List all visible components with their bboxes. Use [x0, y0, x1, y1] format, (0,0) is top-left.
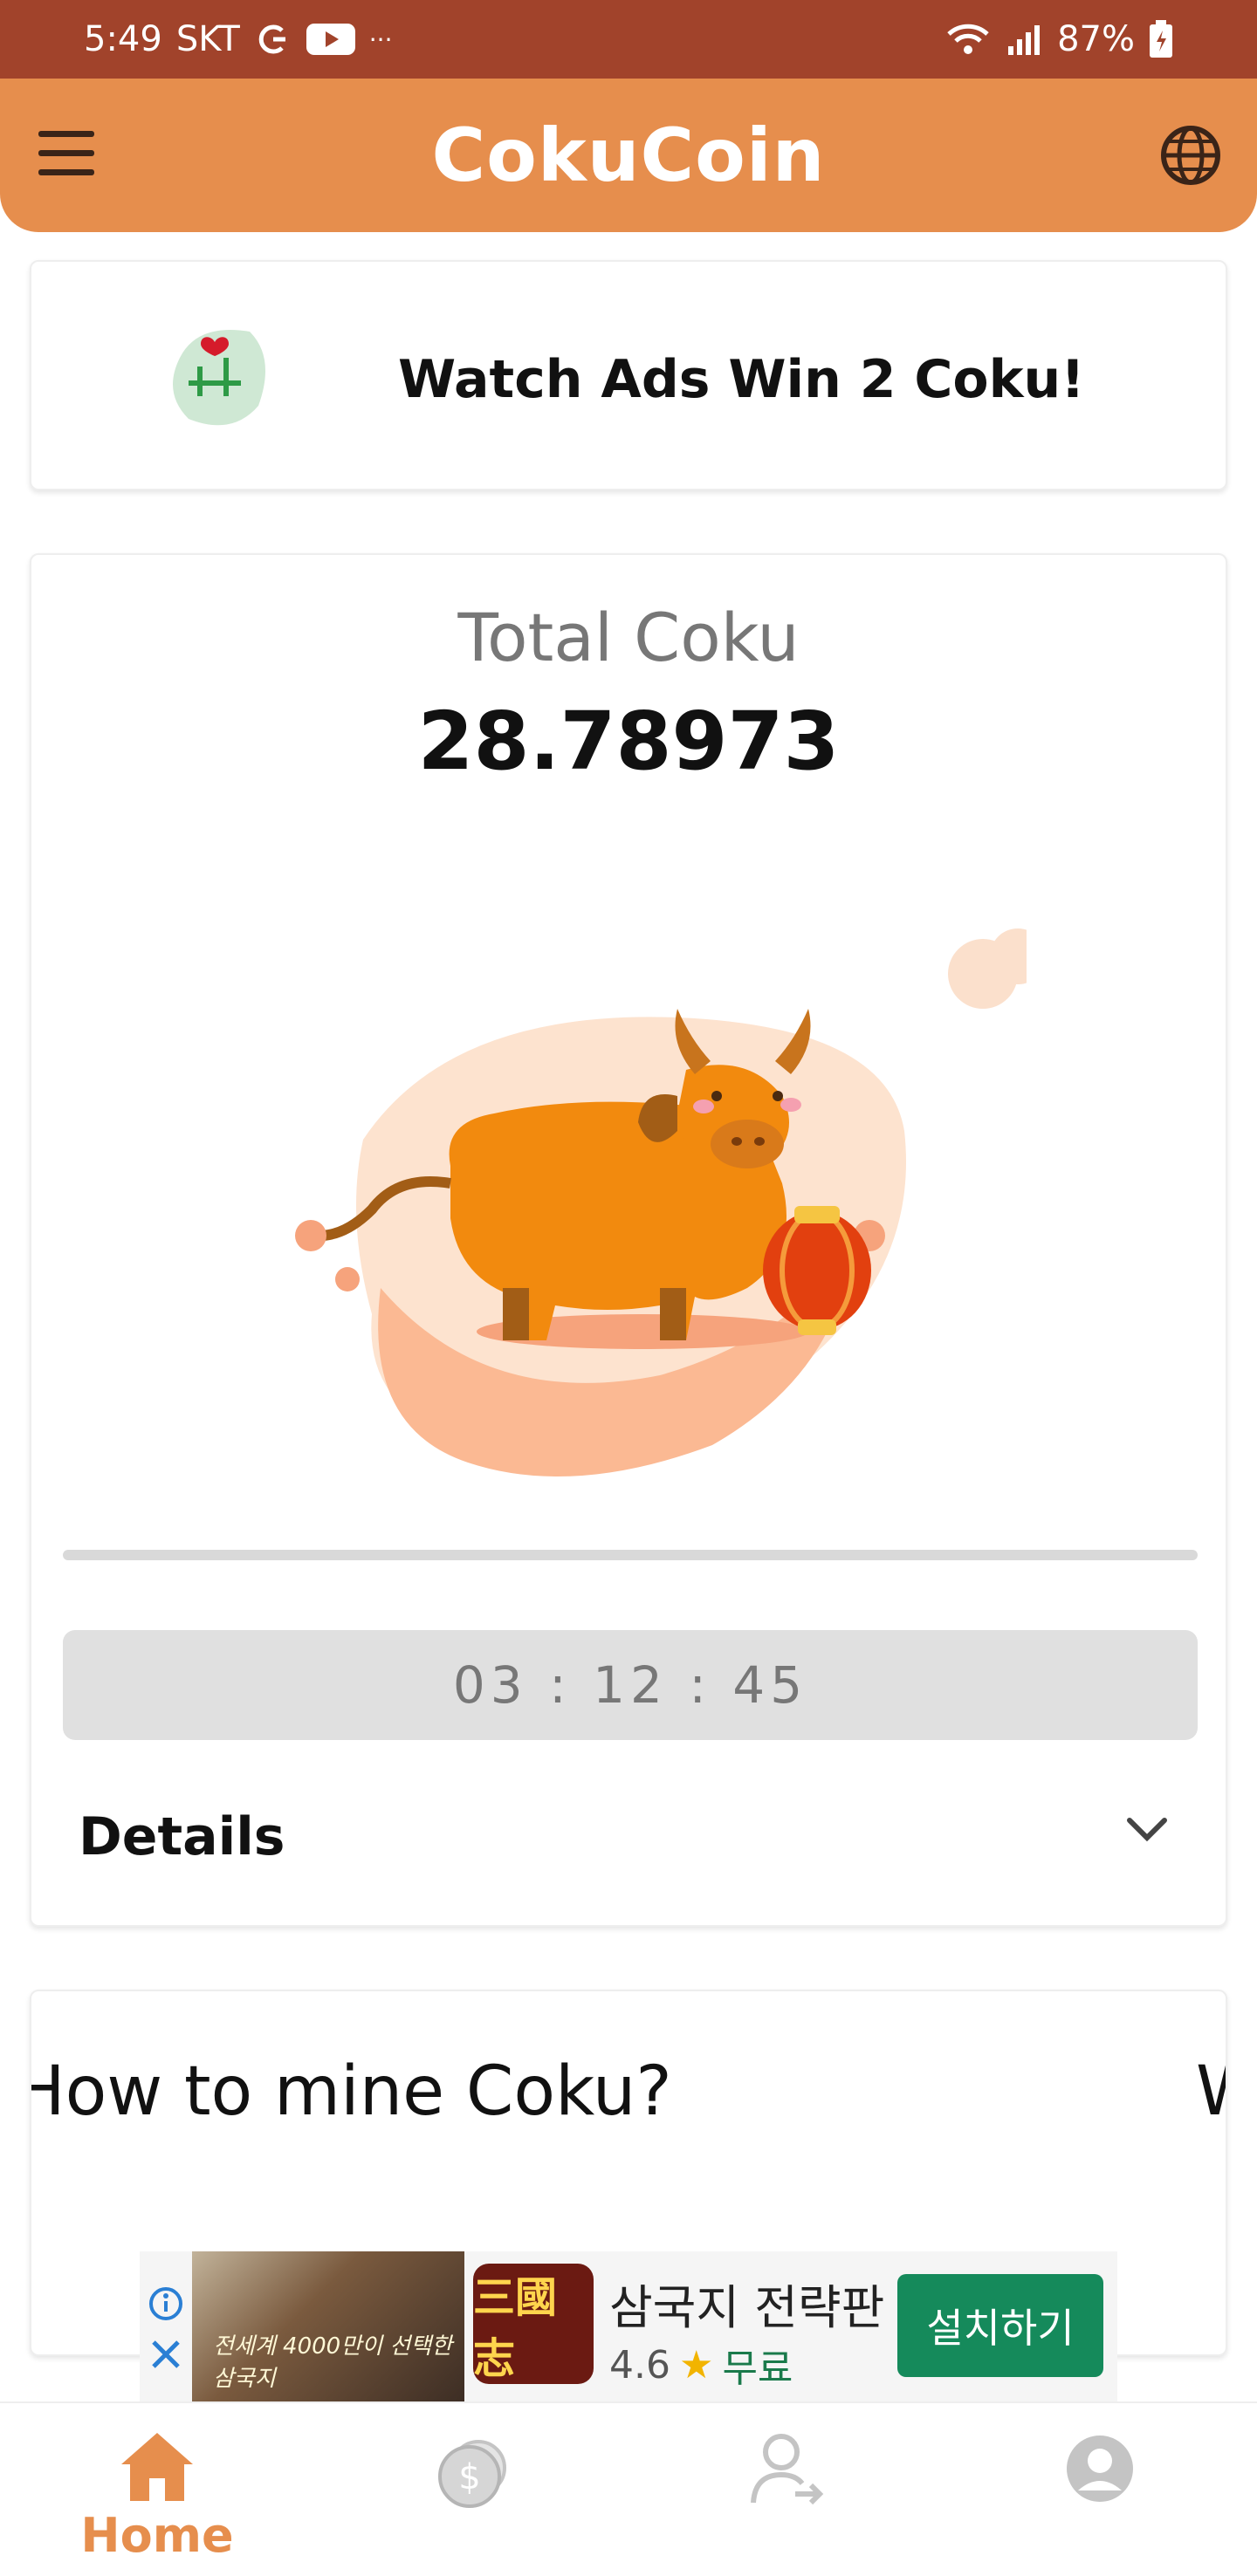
ad-app-logo[interactable]: 三國志: [473, 2264, 594, 2384]
status-time: 5:49: [84, 19, 162, 59]
watch-ads-card[interactable]: Watch Ads Win 2 Coku!: [30, 260, 1227, 490]
chevron-down-icon[interactable]: [1121, 1812, 1173, 1846]
invite-user-icon: [751, 2434, 824, 2505]
home-icon: [121, 2433, 193, 2501]
signal-icon: [1008, 25, 1041, 55]
ox-illustration[interactable]: [293, 921, 1061, 1480]
svg-text:$: $: [458, 2457, 480, 2497]
info-icon[interactable]: [148, 2286, 183, 2321]
mining-progress-bar: [63, 1550, 1198, 1560]
mining-timer: 03 : 12 : 45: [63, 1630, 1198, 1740]
next-card-peek: W: [1196, 2052, 1226, 2131]
bottom-nav: Home $: [0, 2401, 1257, 2576]
ad-price: 무료: [722, 2346, 793, 2391]
ad-choices[interactable]: [140, 2251, 192, 2405]
app-title: CokuCoin: [431, 113, 826, 198]
vpn-icon: [258, 24, 285, 54]
watch-ads-label: Watch Ads Win 2 Coku!: [398, 349, 1085, 410]
menu-button[interactable]: [38, 131, 94, 176]
wifi-icon: [947, 24, 989, 54]
battery-icon: [1150, 20, 1172, 58]
nav-coins[interactable]: $: [384, 2429, 559, 2569]
battery-percent: 87%: [1057, 19, 1135, 59]
ad-image-caption: 전세계 4000만이 선택한 삼국지: [213, 2333, 453, 2392]
app-bar: CokuCoin: [0, 79, 1257, 232]
coins-icon: $: [438, 2440, 506, 2508]
mining-card: Total Coku 28.78973 03 : 12 : 45 Details: [30, 553, 1227, 1927]
how-to-mine-title: How to mine Coku?: [30, 2052, 672, 2131]
ad-rating: 4.6: [609, 2342, 670, 2388]
ad-title[interactable]: 삼국지 전략판: [609, 2269, 884, 2338]
star-icon: ★: [678, 2342, 714, 2388]
youtube-icon: [306, 24, 355, 55]
details-label[interactable]: Details: [79, 1806, 285, 1867]
ad-image[interactable]: 전세계 4000만이 선택한 삼국지: [192, 2251, 464, 2405]
close-icon[interactable]: [150, 2339, 182, 2370]
status-carrier: SKT: [175, 19, 240, 59]
ad-install-button[interactable]: 설치하기: [897, 2274, 1103, 2377]
status-bar: 5:49 SKT ··· 87%: [0, 0, 1257, 79]
medical-ad-icon: [173, 330, 265, 426]
ad-banner[interactable]: 전세계 4000만이 선택한 삼국지 三國志 삼국지 전략판 4.6 ★ 무료 …: [140, 2251, 1117, 2405]
nav-home-label: Home: [80, 2508, 234, 2563]
language-globe-icon[interactable]: [1159, 124, 1222, 187]
nav-profile[interactable]: [1013, 2429, 1187, 2569]
total-coku-label: Total Coku: [457, 599, 800, 676]
more-notifications-icon: ···: [368, 24, 393, 54]
total-coku-value: 28.78973: [417, 695, 840, 788]
nav-home[interactable]: Home: [70, 2429, 244, 2569]
profile-icon: [1067, 2436, 1133, 2502]
ad-meta: 4.6 ★ 무료: [609, 2337, 793, 2393]
nav-invite[interactable]: [698, 2429, 873, 2569]
